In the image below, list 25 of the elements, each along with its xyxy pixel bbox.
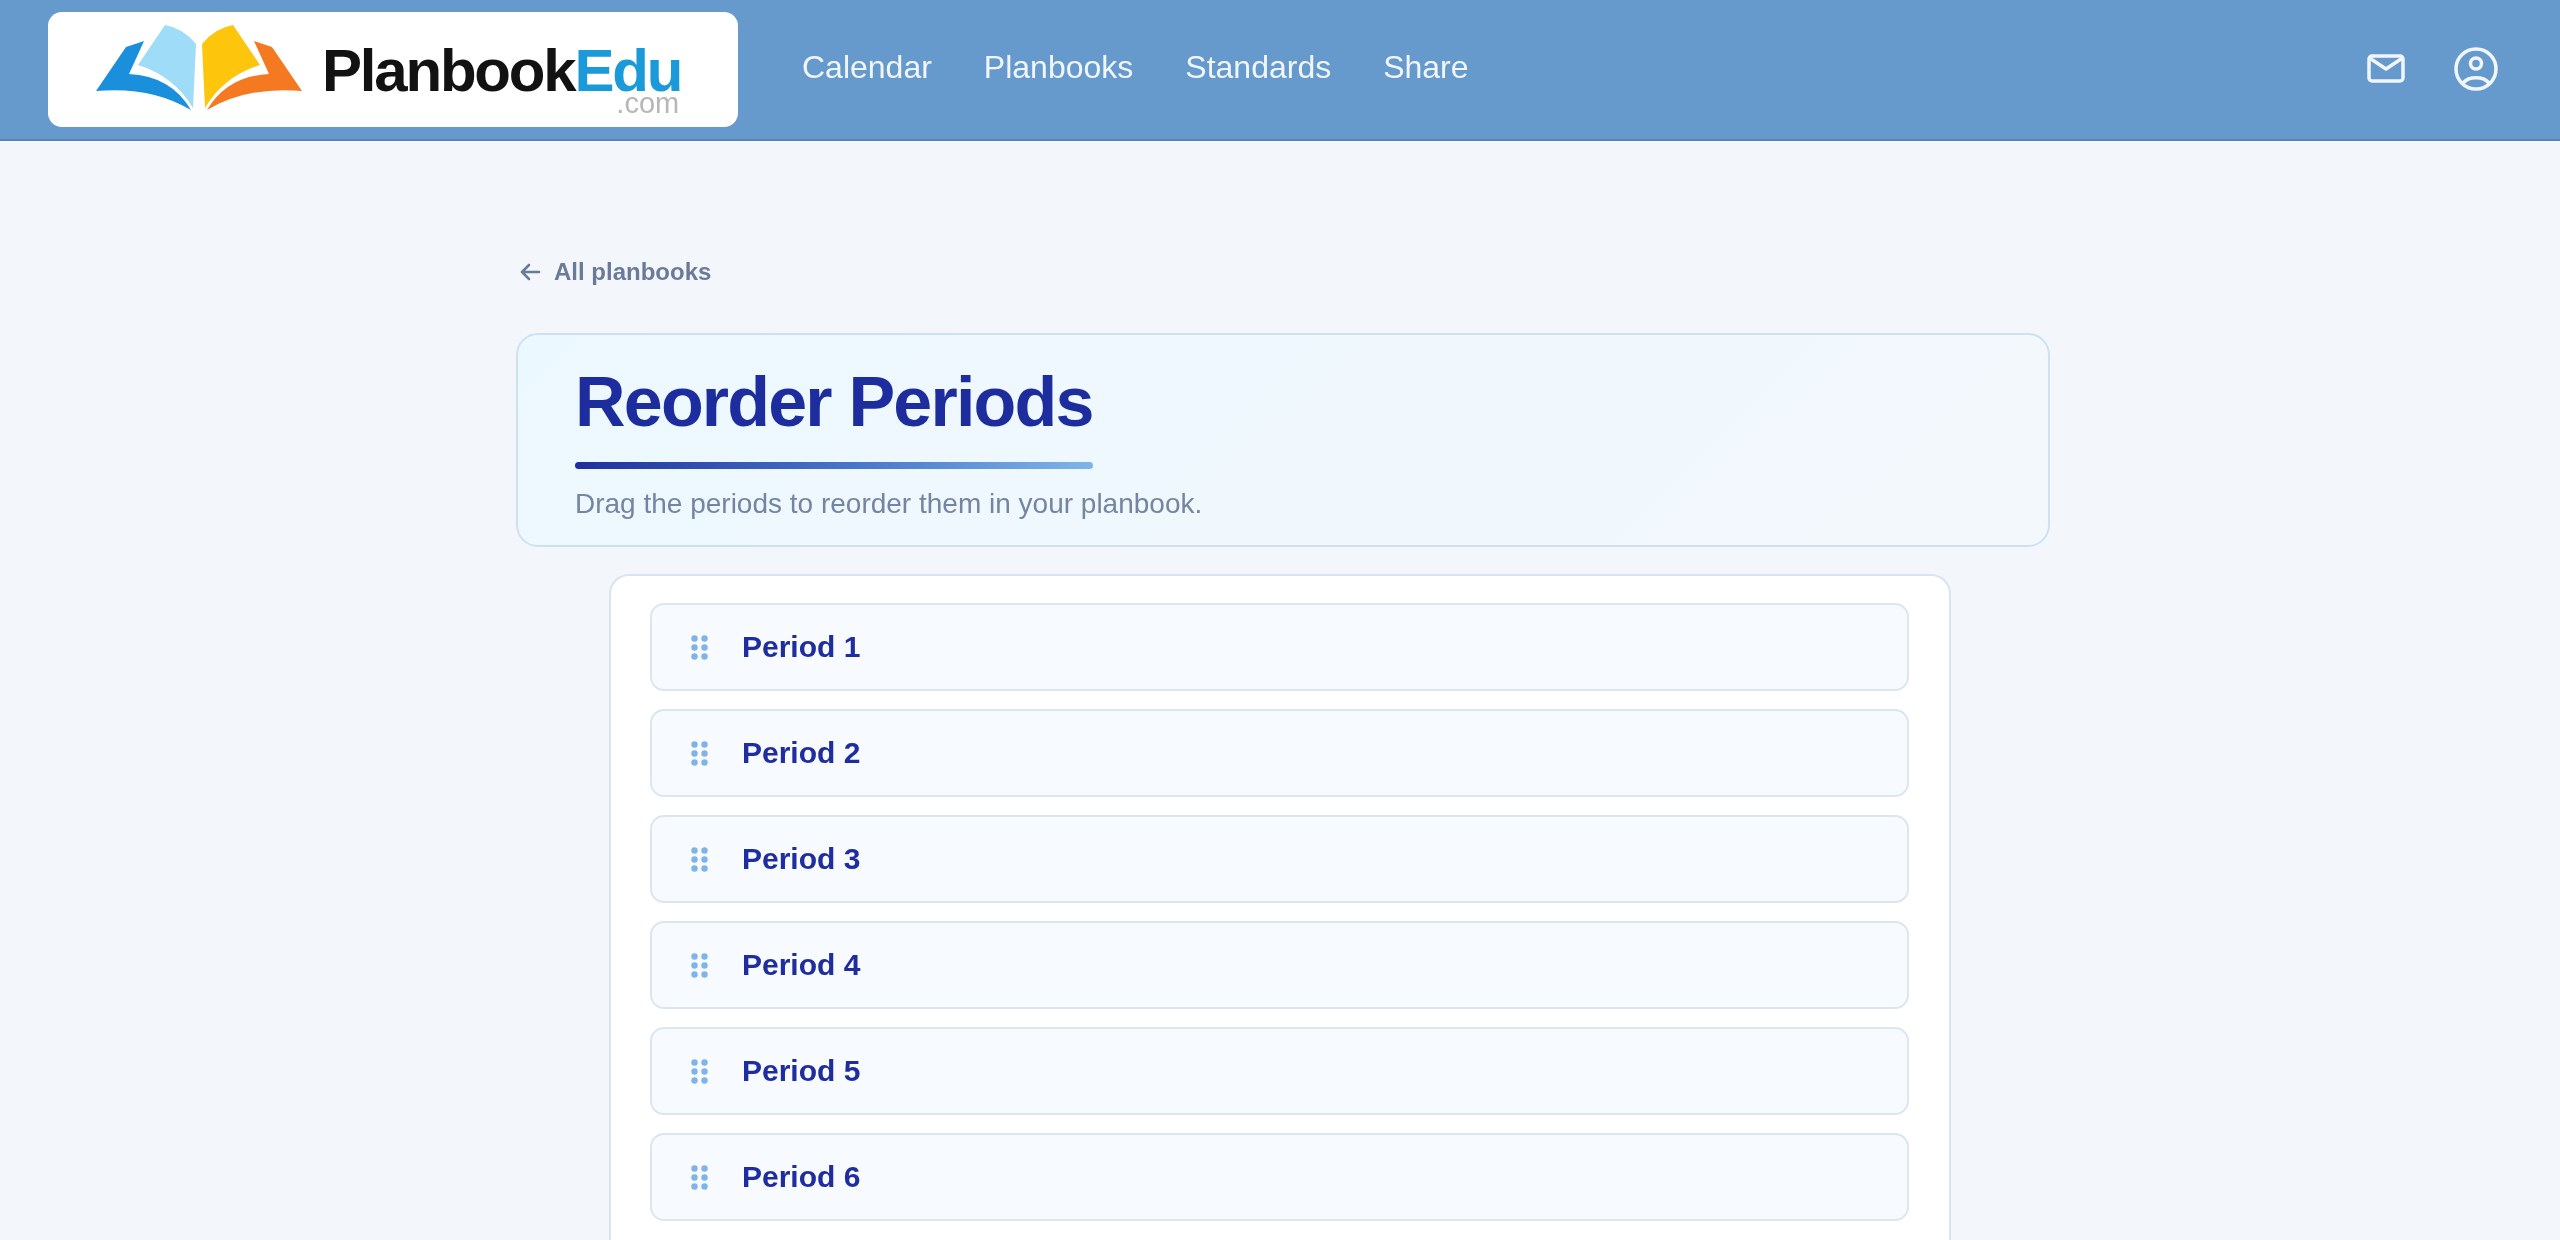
drag-handle-icon[interactable] (691, 952, 708, 978)
back-link[interactable]: All planbooks (519, 257, 712, 287)
period-name: Period 5 (742, 1054, 861, 1088)
period-name: Period 6 (742, 1160, 861, 1194)
period-name: Period 4 (742, 948, 861, 982)
drag-handle-icon[interactable] (691, 1058, 708, 1084)
period-row[interactable]: Period 5 (650, 1027, 1909, 1115)
period-row[interactable]: Period 4 (650, 921, 1909, 1009)
drag-handle-icon[interactable] (691, 740, 708, 766)
period-row[interactable]: Period 3 (650, 815, 1909, 903)
period-name: Period 2 (742, 736, 861, 770)
arrow-left-icon (519, 263, 541, 281)
drag-handle-icon[interactable] (691, 634, 708, 660)
drag-handle-icon[interactable] (691, 1164, 708, 1190)
page-title: Reorder Periods (575, 364, 1093, 440)
period-row[interactable]: Period 6 (650, 1133, 1909, 1221)
page-subtitle: Drag the periods to reorder them in your planbook. (575, 487, 1204, 521)
open-book-icon (96, 24, 302, 110)
period-row[interactable]: Period 1 (650, 603, 1909, 691)
period-name: Period 1 (742, 630, 861, 664)
drag-handle-icon[interactable] (691, 846, 708, 872)
user-icon[interactable] (2454, 46, 2498, 91)
period-name: Period 3 (742, 842, 861, 876)
mail-icon[interactable] (2367, 54, 2405, 83)
period-row[interactable]: Period 2 (650, 709, 1909, 797)
